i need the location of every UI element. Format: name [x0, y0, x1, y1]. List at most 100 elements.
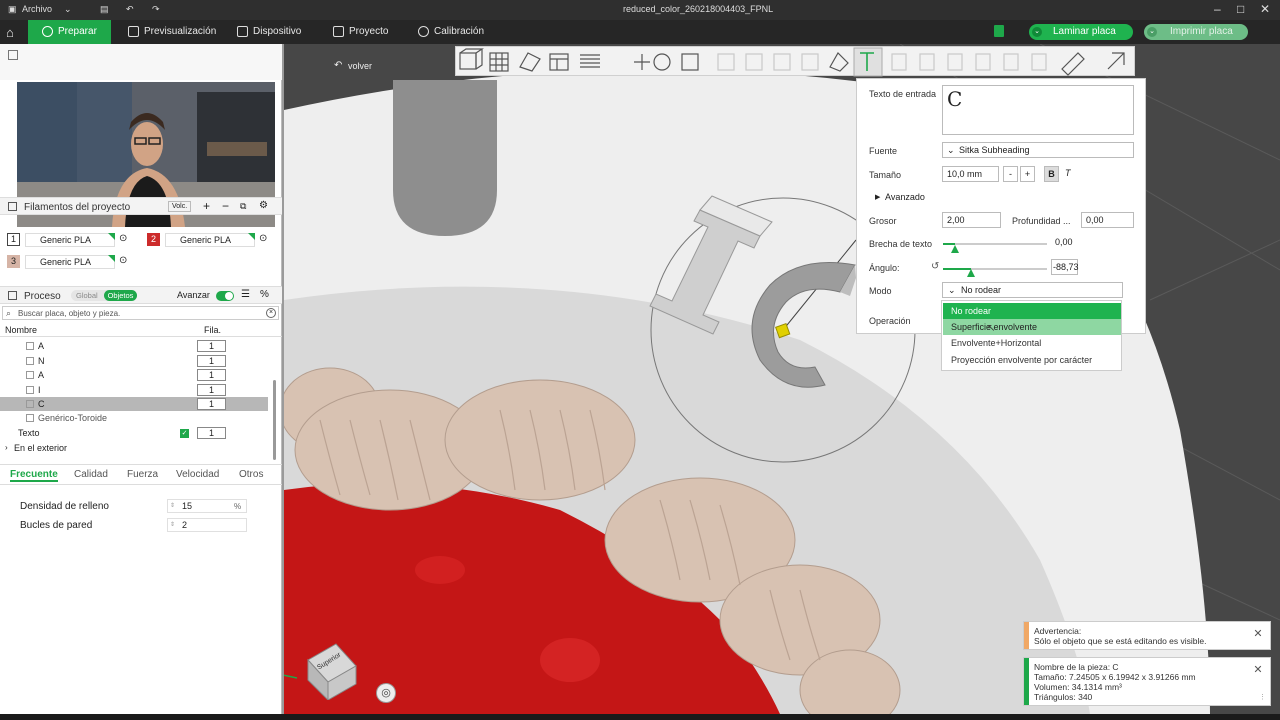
text-object-filament[interactable]: 1	[197, 427, 226, 439]
tree-row[interactable]: I 1	[0, 383, 268, 397]
angle-slider[interactable]	[943, 268, 1047, 270]
filament-edit-icon[interactable]: ⊙	[119, 233, 127, 244]
layers-icon[interactable]	[580, 52, 600, 72]
home-icon[interactable]: ⌂	[6, 25, 14, 40]
depth-field[interactable]: 0,00	[1081, 212, 1134, 228]
global-option[interactable]: Global	[76, 291, 98, 300]
thickness-field[interactable]: 2,00	[942, 212, 1001, 228]
wall-loops-field[interactable]: ⇕ 2	[167, 518, 247, 532]
maximize-button[interactable]: □	[1237, 2, 1244, 16]
file-menu-chevron-icon[interactable]: ⌄	[64, 4, 72, 15]
grid-icon[interactable]	[490, 52, 510, 72]
tree-row[interactable]: N 1	[0, 354, 268, 368]
minimize-button[interactable]: –	[1214, 2, 1221, 16]
expand-icon[interactable]: ▶	[875, 193, 880, 201]
add-filament-icon[interactable]: +	[203, 199, 210, 213]
app-logo-icon[interactable]: ▣	[8, 4, 17, 15]
tab-project[interactable]: Proyecto	[331, 20, 388, 44]
mode-option-surface-wrap[interactable]: Superficie envolvente	[943, 319, 1121, 335]
percent-icon[interactable]: %	[260, 289, 269, 300]
plate-icon[interactable]	[994, 25, 1004, 37]
mode-option-no-wrap[interactable]: No rodear	[943, 303, 1121, 319]
reset-angle-icon[interactable]: ↺	[931, 261, 939, 272]
part-filament[interactable]: 1	[197, 384, 226, 396]
angle-thumb[interactable]	[967, 269, 975, 277]
undo-icon[interactable]: ↶	[126, 4, 134, 15]
measure-icon[interactable]	[1062, 52, 1082, 72]
italic-button[interactable]: T	[1065, 168, 1071, 178]
tab-frequent[interactable]: Frecuente	[10, 469, 58, 482]
infill-density-field[interactable]: ⇕ 15 %	[167, 499, 247, 513]
back-button[interactable]: ↶ volver	[334, 60, 384, 74]
tab-device[interactable]: Dispositivo	[235, 20, 301, 44]
search-input[interactable]: Buscar placa, objeto y pieza.	[18, 309, 120, 318]
tab-others[interactable]: Otros	[239, 469, 263, 480]
print-dropdown-icon[interactable]: ⌄	[1147, 27, 1157, 37]
expand-icon[interactable]: ›	[5, 441, 8, 455]
tree-row-exterior[interactable]: › En el exterior	[0, 441, 268, 455]
list-icon[interactable]: ☰	[241, 289, 250, 300]
text-input-field[interactable]: C	[942, 85, 1134, 135]
stepper-icon[interactable]: ⇕	[170, 500, 175, 512]
global-objects-toggle[interactable]: Global Objetos	[71, 290, 137, 301]
paint-icon[interactable]	[830, 52, 850, 72]
tab-prepare[interactable]: Preparar	[28, 20, 111, 44]
bold-button[interactable]: B	[1044, 166, 1059, 182]
arrange-icon[interactable]	[550, 52, 570, 72]
stepper-icon[interactable]: ⇕	[170, 519, 175, 531]
mode-option-per-char-projection[interactable]: Proyección envolvente por carácter	[943, 352, 1121, 368]
angle-value[interactable]: -88,73	[1051, 259, 1079, 275]
tab-quality[interactable]: Calidad	[74, 469, 108, 480]
size-decrease-button[interactable]: -	[1003, 166, 1018, 182]
remove-filament-icon[interactable]: −	[222, 199, 229, 213]
font-select[interactable]: ⌄ Sitka Subheading	[942, 142, 1134, 158]
tree-row[interactable]: A 1	[0, 368, 268, 382]
tree-scrollbar[interactable]	[273, 380, 276, 460]
slice-dropdown-icon[interactable]: ⌄	[1032, 27, 1042, 37]
sync-icon[interactable]: ⧉	[240, 201, 246, 212]
filament-edit-icon[interactable]: ⊙	[259, 233, 267, 244]
part-filament[interactable]: 1	[197, 355, 226, 367]
filament-select[interactable]: Generic PLA	[165, 233, 255, 247]
size-increase-button[interactable]: +	[1020, 166, 1035, 182]
search-box[interactable]: ⌕ Buscar placa, objeto y pieza. ×	[2, 306, 279, 320]
tab-strength[interactable]: Fuerza	[127, 469, 158, 480]
tab-calibration[interactable]: Calibración	[416, 20, 484, 44]
part-filament[interactable]: 1	[197, 398, 226, 410]
text-tool-icon[interactable]	[858, 52, 878, 72]
camera-reset-icon[interactable]: ◎	[376, 683, 396, 703]
move-icon[interactable]	[632, 52, 652, 72]
filament-select[interactable]: Generic PLA	[25, 255, 115, 269]
close-warning-icon[interactable]: ✕	[1252, 628, 1264, 640]
size-field[interactable]: 10,0 mm	[942, 166, 999, 182]
settings-gear-icon[interactable]: ⚙	[259, 200, 268, 211]
part-filament[interactable]: 1	[197, 369, 226, 381]
check-icon[interactable]: ✓	[180, 429, 189, 438]
tree-row-text[interactable]: Texto ✓ 1	[0, 426, 268, 440]
objects-option[interactable]: Objetos	[104, 290, 137, 301]
mode-option-wrap-horizontal[interactable]: Envolvente+Horizontal	[943, 335, 1121, 351]
volc-button[interactable]: Volc.	[168, 201, 192, 212]
part-filament[interactable]: 1	[197, 340, 226, 352]
file-menu[interactable]: Archivo	[22, 4, 52, 14]
plate-icon-small[interactable]	[8, 50, 18, 60]
advanced-toggle[interactable]: Avanzado	[885, 192, 925, 202]
close-window-button[interactable]: ✕	[1260, 2, 1270, 16]
resize-grip-icon[interactable]: ⋮	[1259, 693, 1266, 701]
filament-edit-icon[interactable]: ⊙	[119, 255, 127, 266]
assembly-icon[interactable]	[1108, 52, 1128, 72]
tree-row-selected[interactable]: C 1	[0, 397, 268, 411]
print-plate-button[interactable]: ⌄ Imprimir placa	[1144, 24, 1248, 40]
add-object-icon[interactable]	[460, 52, 480, 72]
scale-icon[interactable]	[680, 52, 700, 72]
close-info-icon[interactable]: ✕	[1252, 664, 1264, 676]
save-icon[interactable]: ▤	[100, 4, 109, 15]
tree-row[interactable]: Genérico-Toroide	[0, 411, 268, 425]
view-cube[interactable]: Superior	[298, 640, 358, 702]
text-gap-value[interactable]: 0,00	[1051, 235, 1077, 251]
mode-select[interactable]: ⌄ No rodear	[942, 282, 1123, 298]
advanced-toggle[interactable]	[216, 291, 234, 301]
tree-row[interactable]: A 1	[0, 339, 268, 353]
slice-plate-button[interactable]: ⌄ Laminar placa	[1029, 24, 1133, 40]
redo-icon[interactable]: ↷	[152, 4, 160, 15]
